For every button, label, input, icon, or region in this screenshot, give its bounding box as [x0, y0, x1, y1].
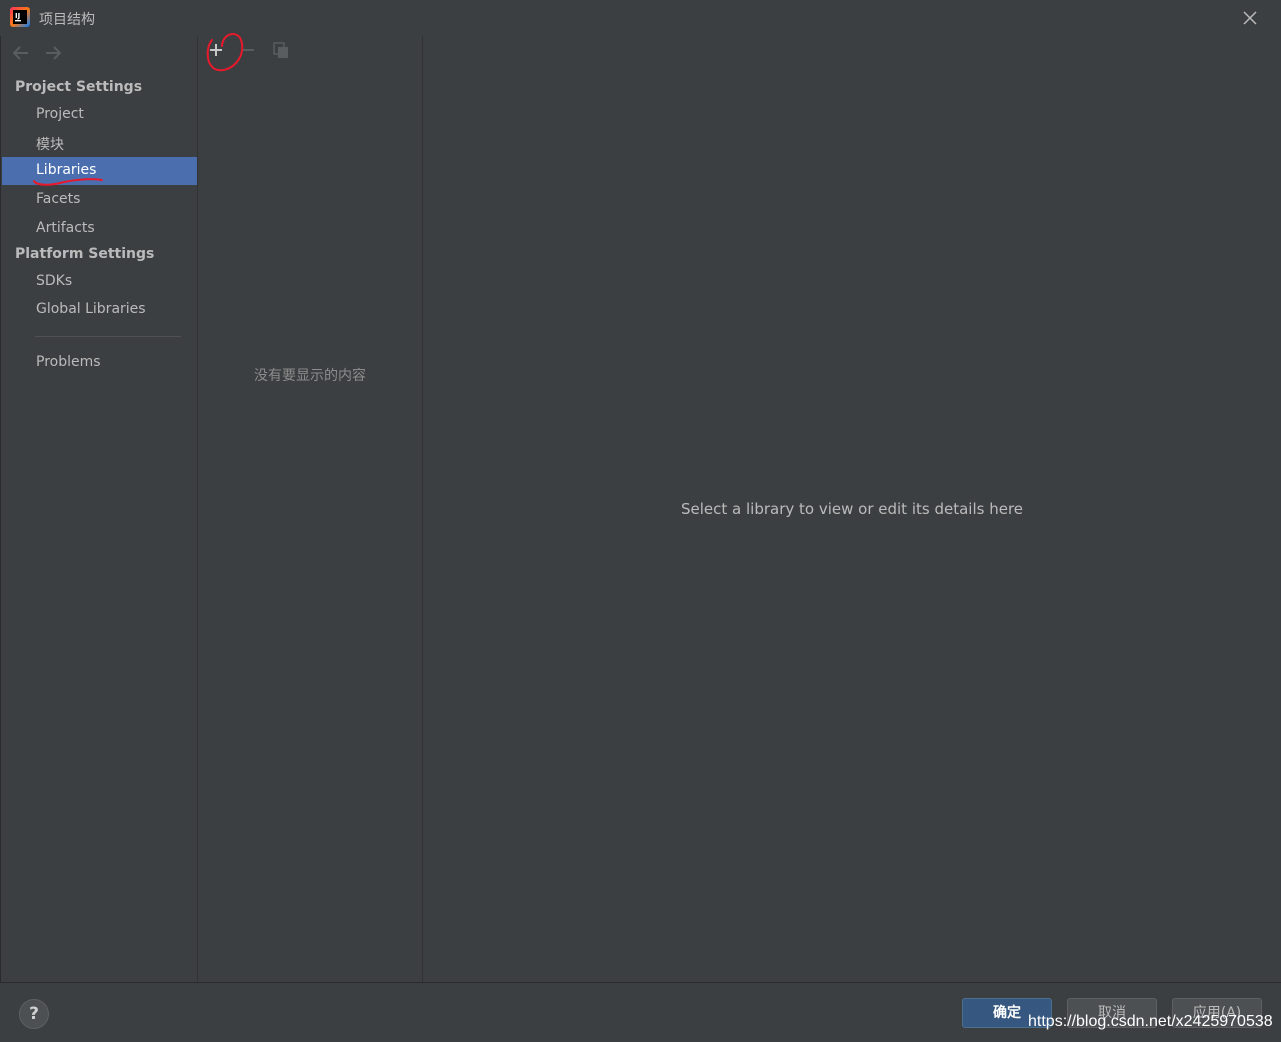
- copy-icon[interactable]: [271, 40, 291, 60]
- svg-text:IJ: IJ: [15, 12, 20, 20]
- plus-icon[interactable]: [206, 40, 226, 60]
- sidebar-item-label: Global Libraries: [36, 301, 146, 317]
- sidebar-item-label: 模块: [36, 137, 64, 153]
- sidebar-item-modules[interactable]: 模块: [2, 129, 198, 157]
- project-settings-header: Project Settings: [15, 79, 143, 95]
- library-list-panel: 没有要显示的内容: [197, 36, 423, 982]
- sidebar-item-label: Artifacts: [36, 220, 95, 236]
- window-title: 项目结构: [39, 12, 95, 28]
- dialog-button-bar: ? 确定 取消 应用(A) https://blog.csdn.net/x242…: [0, 982, 1281, 1042]
- platform-settings-header: Platform Settings: [15, 246, 155, 262]
- sidebar-item-label: SDKs: [36, 273, 73, 289]
- sidebar-item-sdks[interactable]: SDKs: [2, 268, 198, 296]
- empty-list-message: 没有要显示的内容: [254, 368, 366, 384]
- detail-hint-text: Select a library to view or edit its det…: [680, 500, 1024, 518]
- sidebar-divider: [35, 336, 181, 337]
- sidebar-item-label: Problems: [36, 354, 101, 370]
- watermark-text: https://blog.csdn.net/x2425970538: [1028, 1013, 1273, 1030]
- sidebar-item-problems[interactable]: Problems: [2, 349, 198, 377]
- library-detail-panel: Select a library to view or edit its det…: [423, 36, 1281, 982]
- sidebar-item-facets[interactable]: Facets: [2, 186, 198, 214]
- settings-sidebar: Project Settings Project 模块 Libraries Fa…: [0, 36, 198, 982]
- minus-icon[interactable]: [238, 40, 258, 60]
- sidebar-item-label: Project: [36, 106, 84, 122]
- close-icon[interactable]: [1240, 8, 1260, 28]
- help-button[interactable]: ?: [19, 999, 49, 1029]
- intellij-logo-icon: IJ: [10, 7, 30, 27]
- sidebar-item-artifacts[interactable]: Artifacts: [2, 215, 198, 243]
- sidebar-item-project[interactable]: Project: [2, 101, 198, 129]
- title-bar: IJ 项目结构: [0, 0, 1281, 36]
- arrow-left-icon[interactable]: [10, 44, 32, 62]
- arrow-right-icon[interactable]: [42, 44, 64, 62]
- sidebar-item-libraries[interactable]: Libraries: [2, 157, 198, 185]
- sidebar-item-label: Libraries: [36, 162, 97, 178]
- sidebar-item-global-libraries[interactable]: Global Libraries: [2, 296, 198, 324]
- sidebar-item-label: Facets: [36, 191, 81, 207]
